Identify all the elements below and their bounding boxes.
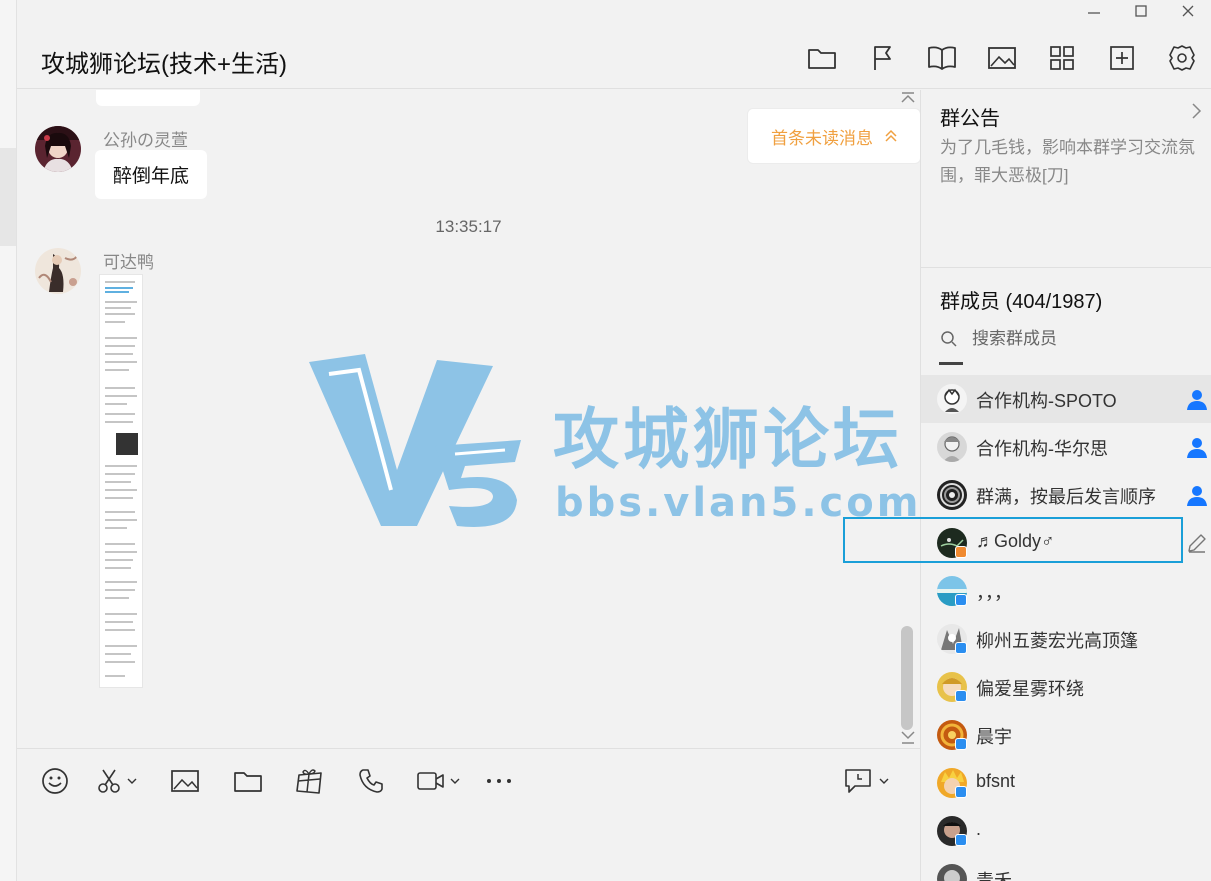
group-toolbar (792, 40, 1211, 76)
phone-call-icon[interactable] (341, 761, 401, 801)
admin-user-icon (1187, 438, 1207, 458)
list-item[interactable]: 群满，按最后发言顺序踢 (921, 471, 1211, 519)
list-item[interactable]: 合作机构-SPOTO (921, 375, 1211, 423)
member-name: 柳州五菱宏光高顶篷 (976, 631, 1138, 651)
notice-body: 为了几毛钱，影响本群学习交流氛围，罪大恶极[刀] (940, 138, 1195, 185)
message-sender: 可达鸭 (103, 253, 154, 272)
document-embedded-picture (116, 433, 138, 455)
list-item[interactable]: 合作机构-华尔思 (921, 423, 1211, 471)
message-input[interactable] (31, 809, 901, 874)
close-icon[interactable] (1164, 0, 1211, 22)
avatar[interactable] (35, 126, 81, 172)
member-status-badge (955, 834, 967, 846)
search-icon (941, 331, 957, 347)
title-bar: 攻城狮论坛(技术+生活) (17, 22, 1211, 89)
avatar (937, 384, 967, 414)
list-item[interactable]: 青禾 (921, 855, 1211, 881)
double-chevron-up-icon (885, 129, 897, 142)
message-sender: 公孙の灵萱 (103, 131, 188, 150)
message-compose-area (17, 748, 920, 881)
admin-user-icon (1187, 390, 1207, 410)
gift-icon[interactable] (279, 761, 341, 801)
previous-message-bubble (96, 90, 200, 106)
member-status-badge (955, 594, 967, 606)
member-name: 合作机构-SPOTO (976, 391, 1117, 411)
compose-toolbar (31, 761, 523, 801)
chevron-down-icon (450, 778, 460, 784)
group-info-panel: 群公告 为了几毛钱，影响本群学习交流氛围，罪大恶极[刀] 群成员 (404/19… (920, 90, 1211, 881)
settings-icon[interactable] (1152, 40, 1211, 76)
background-window-strip (0, 0, 16, 881)
minimize-icon[interactable] (1070, 0, 1117, 22)
selection-highlight-box (843, 517, 1183, 563)
group-notice[interactable]: 群公告 为了几毛钱，影响本群学习交流氛围，罪大恶极[刀] (921, 90, 1211, 268)
chevron-down-icon (127, 778, 137, 784)
chat-message-area[interactable]: 公孙の灵萱 醉倒年底 13:35:17 可达鸭 首条未读消息 攻城狮论坛 bbs… (17, 90, 920, 748)
member-status-badge (955, 642, 967, 654)
window-controls (1070, 0, 1211, 22)
chevron-right-icon[interactable] (1189, 102, 1203, 120)
list-item[interactable]: 偏爱星雾环绕 (921, 663, 1211, 711)
image-icon[interactable] (972, 40, 1032, 76)
add-app-icon[interactable] (1092, 40, 1152, 76)
list-item[interactable]: 柳州五菱宏光高顶篷 (921, 615, 1211, 663)
member-name: 群满，按最后发言顺序踢 (976, 487, 1156, 507)
book-icon[interactable] (912, 40, 972, 76)
list-item[interactable]: ，，， (921, 567, 1211, 615)
video-call-icon[interactable] (401, 761, 475, 801)
folder-icon[interactable] (792, 40, 852, 76)
avatar (937, 432, 967, 462)
background-window-shade (0, 148, 16, 246)
more-icon[interactable] (475, 761, 523, 801)
member-status-badge (955, 738, 967, 750)
list-item[interactable]: 晨宇 (921, 711, 1211, 759)
member-name: . (976, 819, 982, 839)
avatar (937, 480, 967, 510)
avatar (937, 864, 967, 881)
notice-title: 群公告 (940, 108, 1000, 130)
member-list: 合作机构-SPOTO 合作机构-华尔思 群满，按最后发言顺序踢 ♬Goldy♂ … (921, 375, 1211, 881)
scroll-up-icon[interactable] (899, 90, 917, 104)
member-name: ，，， (976, 583, 1012, 603)
member-name: bfsnt (976, 771, 1016, 791)
message-timestamp: 13:35:17 (435, 217, 502, 236)
first-unread-message-button[interactable]: 首条未读消息 (747, 108, 920, 164)
message-bubble[interactable]: 醉倒年底 (95, 150, 208, 199)
member-name: 合作机构-华尔思 (976, 439, 1108, 459)
avatar[interactable] (35, 248, 81, 294)
watermark-title: 攻城狮论坛 (553, 402, 903, 476)
screenshot-scissors-icon[interactable] (79, 761, 153, 801)
member-status-badge (955, 786, 967, 798)
partially-visible-avatar (939, 362, 963, 365)
member-name: 青禾 (976, 871, 1012, 881)
emoji-icon[interactable] (31, 761, 79, 801)
v5-logo (309, 354, 521, 527)
chevron-down-icon (879, 778, 889, 784)
chat-history-icon[interactable] (843, 761, 903, 801)
member-name: 偏爱星雾环绕 (976, 679, 1084, 699)
shared-document-image[interactable] (99, 274, 143, 688)
group-chat-window: 攻城狮论坛(技术+生活) 公孙の灵萱 醉倒年底 13:35:17 可达鸭 首条未… (16, 0, 1211, 881)
edit-pencil-icon[interactable] (1185, 531, 1209, 555)
member-search[interactable] (940, 324, 1200, 354)
members-title: 群成员 (404/1987) (940, 291, 1103, 313)
forum-watermark: 攻城狮论坛 bbs.vlan5.com (305, 350, 918, 530)
list-item[interactable]: . (921, 807, 1211, 855)
member-name: 晨宇 (976, 727, 1012, 747)
apps-grid-icon[interactable] (1032, 40, 1092, 76)
list-item[interactable]: bfsnt (921, 759, 1211, 807)
chat-scrollbar-thumb[interactable] (901, 626, 913, 730)
scroll-down-icon[interactable] (899, 730, 917, 746)
member-status-badge (955, 690, 967, 702)
flag-icon[interactable] (852, 40, 912, 76)
send-file-folder-icon[interactable] (217, 761, 279, 801)
send-image-icon[interactable] (153, 761, 217, 801)
unread-button-label: 首条未读消息 (771, 128, 873, 148)
group-title: 攻城狮论坛(技术+生活) (41, 51, 287, 78)
maximize-icon[interactable] (1117, 0, 1164, 22)
member-search-input[interactable] (972, 329, 1172, 349)
admin-user-icon (1187, 486, 1207, 506)
